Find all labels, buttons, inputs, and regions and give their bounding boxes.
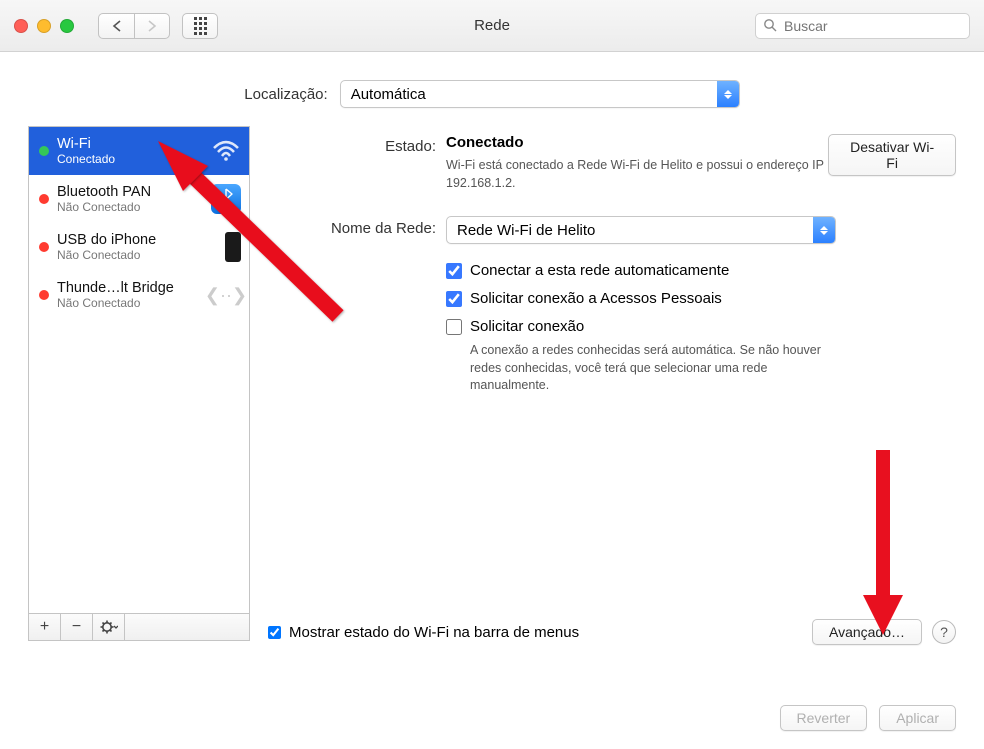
dropdown-arrow-icon bbox=[813, 217, 835, 243]
location-label: Localização: bbox=[244, 86, 327, 103]
close-button[interactable] bbox=[14, 19, 28, 33]
sidebar-item-usb-iphone[interactable]: USB do iPhone Não Conectado bbox=[29, 223, 249, 271]
window-title: Rede bbox=[474, 17, 510, 34]
titlebar: Rede bbox=[0, 0, 984, 52]
auto-join-label[interactable]: Conectar a esta rede automaticamente bbox=[470, 262, 729, 279]
sidebar-item-thunderbolt[interactable]: Thunde…lt Bridge Não Conectado ❮··❯ bbox=[29, 271, 249, 319]
wifi-icon bbox=[211, 136, 241, 166]
main-pane: Estado: Conectado Wi-Fi está conectado a… bbox=[268, 126, 956, 641]
personal-hotspot-label[interactable]: Solicitar conexão a Acessos Pessoais bbox=[470, 290, 722, 307]
sidebar-item-status: Conectado bbox=[57, 152, 203, 166]
back-button[interactable] bbox=[98, 13, 134, 39]
sidebar-item-wifi[interactable]: Wi-Fi Conectado bbox=[29, 127, 249, 175]
sidebar-toolbar: + − bbox=[29, 613, 249, 640]
forward-button[interactable] bbox=[134, 13, 170, 39]
network-name-value: Rede Wi-Fi de Helito bbox=[457, 222, 595, 239]
status-value: Conectado bbox=[446, 134, 828, 151]
all-prefs-button[interactable] bbox=[182, 13, 218, 39]
window-controls bbox=[14, 19, 74, 33]
network-name-label: Nome da Rede: bbox=[268, 216, 446, 237]
sidebar-item-status: Não Conectado bbox=[57, 248, 217, 262]
help-button[interactable]: ? bbox=[932, 620, 956, 644]
status-dot-disconnected bbox=[39, 242, 49, 252]
thunderbolt-icon: ❮··❯ bbox=[211, 280, 241, 310]
status-label: Estado: bbox=[268, 134, 446, 155]
status-dot-connected bbox=[39, 146, 49, 156]
footer: Reverter Aplicar bbox=[780, 705, 956, 731]
location-row: Localização: Automática bbox=[0, 52, 984, 126]
minimize-button[interactable] bbox=[37, 19, 51, 33]
show-menu-label[interactable]: Mostrar estado do Wi-Fi na barra de menu… bbox=[289, 624, 579, 641]
apply-button[interactable]: Aplicar bbox=[879, 705, 956, 731]
sidebar-item-label: Wi-Fi bbox=[57, 136, 203, 152]
iphone-icon bbox=[225, 232, 241, 262]
zoom-button[interactable] bbox=[60, 19, 74, 33]
dropdown-arrow-icon bbox=[717, 81, 739, 107]
turn-off-wifi-button[interactable]: Desativar Wi-Fi bbox=[828, 134, 956, 176]
location-value: Automática bbox=[351, 86, 426, 103]
ask-join-checkbox[interactable] bbox=[446, 319, 462, 335]
status-description: Wi-Fi está conectado a Rede Wi-Fi de Hel… bbox=[446, 157, 828, 192]
status-dot-disconnected bbox=[39, 194, 49, 204]
location-select[interactable]: Automática bbox=[340, 80, 740, 108]
sidebar-item-label: USB do iPhone bbox=[57, 232, 217, 248]
add-interface-button[interactable]: + bbox=[29, 614, 61, 640]
search-input[interactable] bbox=[755, 13, 970, 39]
revert-button[interactable]: Reverter bbox=[780, 705, 868, 731]
show-menu-checkbox[interactable] bbox=[268, 626, 281, 639]
grid-icon bbox=[194, 17, 207, 35]
advanced-button[interactable]: Avançado… bbox=[812, 619, 922, 645]
search-icon bbox=[763, 18, 777, 35]
sidebar-item-status: Não Conectado bbox=[57, 296, 203, 310]
network-name-select[interactable]: Rede Wi-Fi de Helito bbox=[446, 216, 836, 244]
ask-join-label[interactable]: Solicitar conexão bbox=[470, 318, 584, 335]
sidebar-item-label: Thunde…lt Bridge bbox=[57, 280, 203, 296]
sidebar-item-status: Não Conectado bbox=[57, 200, 203, 214]
interface-actions-button[interactable] bbox=[93, 614, 125, 640]
personal-hotspot-checkbox[interactable] bbox=[446, 291, 462, 307]
ask-join-description: A conexão a redes conhecidas será automá… bbox=[470, 342, 850, 395]
remove-interface-button[interactable]: − bbox=[61, 614, 93, 640]
interfaces-sidebar: Wi-Fi Conectado Bluetooth PAN Não Conect… bbox=[28, 126, 250, 641]
auto-join-checkbox[interactable] bbox=[446, 263, 462, 279]
sidebar-item-label: Bluetooth PAN bbox=[57, 184, 203, 200]
bluetooth-icon bbox=[211, 184, 241, 214]
sidebar-item-bluetooth-pan[interactable]: Bluetooth PAN Não Conectado bbox=[29, 175, 249, 223]
status-dot-disconnected bbox=[39, 290, 49, 300]
